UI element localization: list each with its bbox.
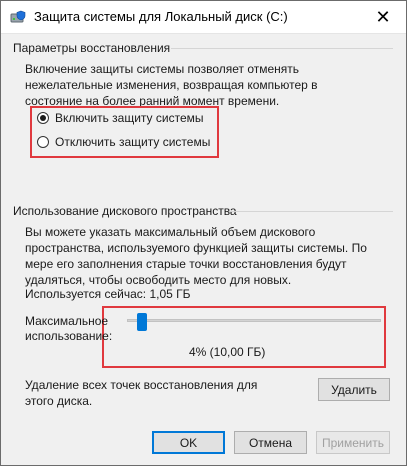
max-usage-slider-track[interactable] <box>127 319 381 322</box>
current-usage: Используется сейчас: 1,05 ГБ <box>25 287 191 301</box>
restore-description: Включение защиты системы позволяет отмен… <box>25 62 318 108</box>
radio-disable-protection[interactable]: Отключить защиту системы <box>37 135 210 149</box>
restore-settings-title: Параметры восстановления <box>13 41 171 55</box>
delete-button[interactable]: Удалить <box>318 378 390 401</box>
system-protection-dialog: Защита системы для Локальный диск (C:) ✕… <box>0 0 407 466</box>
close-button[interactable]: ✕ <box>360 1 406 33</box>
delete-description: Удаление всех точек восстановления для э… <box>25 378 258 408</box>
close-icon: ✕ <box>375 6 391 27</box>
drive-shield-icon <box>10 10 26 23</box>
max-usage-slider-thumb[interactable] <box>136 313 147 331</box>
radio-disable-indicator[interactable] <box>37 136 49 148</box>
max-usage-label-line1: Максимальное <box>25 314 109 328</box>
disk-usage-title: Использование дискового пространства <box>13 204 237 218</box>
ok-button[interactable]: OK <box>152 431 225 454</box>
restore-separator <box>171 48 393 49</box>
title-bar: Защита системы для Локальный диск (C:) ✕ <box>1 1 406 34</box>
window-title: Защита системы для Локальный диск (C:) <box>34 9 288 24</box>
radio-enable-protection[interactable]: Включить защиту системы <box>37 111 204 125</box>
max-usage-label-line2: использование: <box>25 329 113 343</box>
slider-value: 4% (10,00 ГБ) <box>189 345 266 359</box>
radio-enable-label: Включить защиту системы <box>55 111 204 125</box>
apply-button[interactable]: Применить <box>316 431 390 454</box>
disk-usage-separator <box>229 211 393 212</box>
disk-usage-description: Вы можете указать максимальный объем дис… <box>25 225 367 287</box>
radio-enable-indicator[interactable] <box>37 112 49 124</box>
radio-disable-label: Отключить защиту системы <box>55 135 211 149</box>
cancel-button[interactable]: Отмена <box>234 431 307 454</box>
